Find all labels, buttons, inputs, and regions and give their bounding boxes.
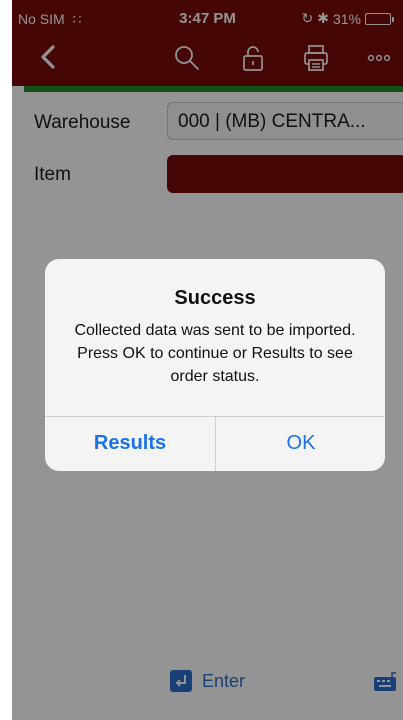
alert-title: Success (174, 287, 256, 309)
alert-message: Collected data was sent to be imported. … (74, 322, 356, 385)
results-button[interactable]: Results (45, 416, 215, 471)
phone-screen: No SIM ∷ 3:47 PM ↻ ✱ 31% Warehouse 000 |… (12, 0, 403, 720)
success-alert: Success Collected data was sent to be im… (45, 259, 385, 471)
ok-button[interactable]: OK (216, 416, 385, 471)
page-root: process No SIM ∷ 3:47 PM ↻ ✱ 31% (0, 0, 403, 720)
